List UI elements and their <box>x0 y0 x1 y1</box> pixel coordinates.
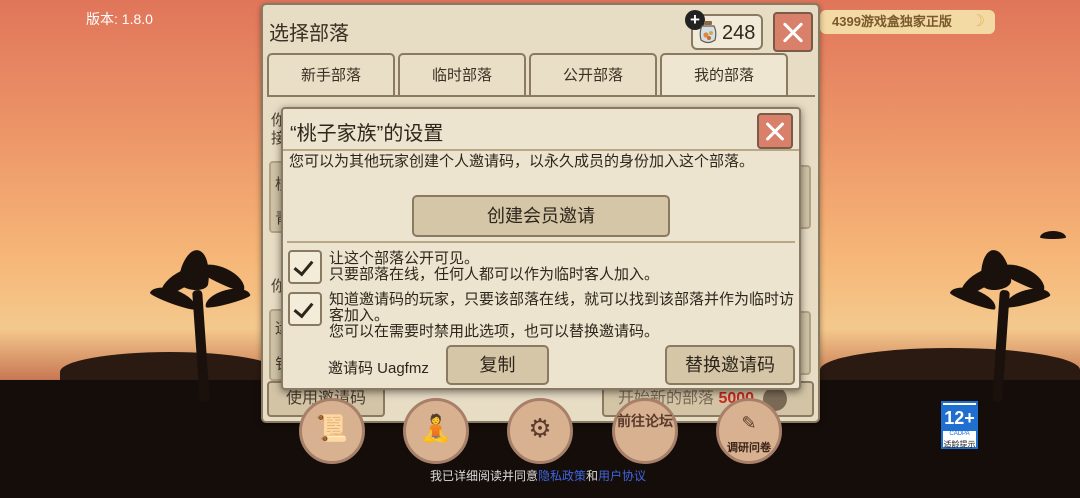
checkmark-icon <box>293 297 314 319</box>
tab-my-tribe[interactable]: 我的部落 <box>660 53 788 97</box>
forum-button[interactable]: 前往论坛 <box>612 398 678 464</box>
forum-icon: 前往论坛 <box>617 413 673 429</box>
scroll-icon: 📜 <box>315 413 349 443</box>
public-visible-checkbox[interactable] <box>288 250 322 284</box>
checkmark-icon <box>293 255 314 277</box>
tab-temporary[interactable]: 临时部落 <box>398 53 526 97</box>
copy-invite-code-button[interactable]: 复制 <box>446 345 549 385</box>
survey-icon: ✎ <box>741 413 757 433</box>
moon-icon: ☽ <box>970 13 985 30</box>
dialog-title-divider <box>283 149 799 151</box>
palm-tree-small <box>1040 225 1070 255</box>
panel-close-button[interactable] <box>773 12 813 52</box>
age-rating-tip: 适龄提示 <box>943 440 976 449</box>
invite-code-access-option: 知道邀请码的玩家，只要该部落在线，就可以找到该部落并作为临时访客加入。 您可以在… <box>329 292 795 340</box>
consent-text: 我已详细阅读并同意隐私政策和用户协议 <box>430 467 646 484</box>
meditation-icon: 🧘 <box>419 413 453 443</box>
palm-tree-left <box>149 248 252 403</box>
invite-code-access-checkbox[interactable] <box>288 292 322 326</box>
user-agreement-link[interactable]: 用户协议 <box>598 469 646 483</box>
consent-and: 和 <box>586 469 599 483</box>
tribe-settings-dialog: “桃子家族”的设置 您可以为其他玩家创建个人邀请码，以永久成员的身份加入这个部落… <box>281 107 801 390</box>
age-rating-badge[interactable]: 12+ CADPA 适龄提示 <box>941 401 978 449</box>
meditation-button[interactable]: 🧘 <box>403 398 469 464</box>
consent-prefix: 我已详细阅读并同意 <box>430 469 539 483</box>
gem-counter[interactable]: + 248 <box>685 10 763 50</box>
gem-count: 248 <box>722 22 756 44</box>
survey-button[interactable]: ✎ 调研问卷 <box>716 398 782 464</box>
invite-code-label: 邀请码 Uagfmz <box>328 360 429 377</box>
tribe-tabs: 新手部落 临时部落 公开部落 我的部落 <box>267 53 789 97</box>
version-label: 版本: 1.8.0 <box>86 11 153 27</box>
palm-tree-right <box>949 248 1052 403</box>
privacy-policy-link[interactable]: 隐私政策 <box>538 469 586 483</box>
option-line: 您可以在需要时禁用此选项，也可以替换邀请码。 <box>329 323 660 340</box>
survey-label: 调研问卷 <box>727 442 771 454</box>
age-rating-number: 12+ <box>943 405 976 431</box>
option-line: 知道邀请码的玩家，只要该部落在线，就可以找到该部落并作为临时访客加入。 <box>329 291 795 324</box>
banner-text: 4399游戏盒独家正版 <box>832 14 952 29</box>
replace-invite-code-button[interactable]: 替换邀请码 <box>665 345 795 385</box>
scroll-button[interactable]: 📜 <box>299 398 365 464</box>
dialog-close-button[interactable] <box>757 113 793 149</box>
tab-public[interactable]: 公开部落 <box>529 53 657 97</box>
option-line: 只要部落在线，任何人都可以作为临时客人加入。 <box>329 266 660 283</box>
dialog-description: 您可以为其他玩家创建个人邀请码，以永久成员的身份加入这个部落。 <box>289 153 755 170</box>
dialog-divider <box>287 241 795 243</box>
panel-title: 选择部落 <box>269 23 349 45</box>
option-line: 让这个部落公开可见。 <box>329 250 480 267</box>
settings-icon: ⚙ <box>528 413 552 443</box>
age-rating-org: CADPA <box>949 431 970 437</box>
gem-jar-icon <box>699 21 717 44</box>
promo-banner[interactable]: 4399游戏盒独家正版 ☽ <box>820 10 995 34</box>
public-visible-option: 让这个部落公开可见。 只要部落在线，任何人都可以作为临时客人加入。 <box>329 251 795 283</box>
settings-button[interactable]: ⚙ <box>507 398 573 464</box>
create-member-invite-button[interactable]: 创建会员邀请 <box>412 195 670 237</box>
dialog-title: “桃子家族”的设置 <box>290 123 444 145</box>
tab-newbie[interactable]: 新手部落 <box>267 53 395 97</box>
